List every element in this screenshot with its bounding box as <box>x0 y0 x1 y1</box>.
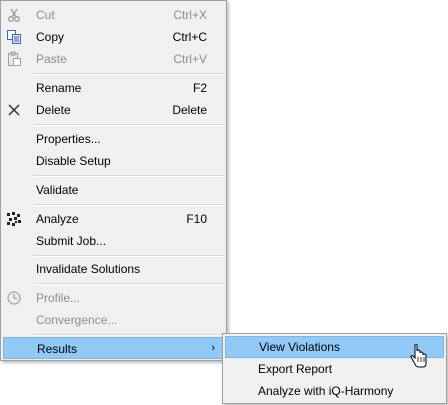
analyze-icon <box>6 211 22 227</box>
menu-item-label: Profile... <box>36 291 81 305</box>
menu-separator <box>33 175 224 177</box>
menu-item-shortcut: F2 <box>192 81 207 95</box>
submenu-item-label: View Violations <box>259 340 340 354</box>
menu-item-label: Convergence... <box>36 313 118 327</box>
menu-item-convergence[interactable]: Convergence... <box>3 309 224 331</box>
clock-icon <box>6 290 22 306</box>
menu-item-disable-setup[interactable]: Disable Setup <box>3 150 224 172</box>
menu-item-shortcut: Delete <box>172 103 207 117</box>
paste-icon <box>6 51 22 67</box>
menu-item-cut[interactable]: Cut Ctrl+X <box>3 4 224 26</box>
hand-pointer-cursor-icon <box>410 343 428 370</box>
menu-item-label: Paste <box>36 52 67 66</box>
menu-item-shortcut: Ctrl+V <box>173 52 207 66</box>
menu-item-profile[interactable]: Profile... <box>3 287 224 309</box>
menu-separator <box>33 334 224 336</box>
menu-item-label: Rename <box>36 81 82 95</box>
menu-item-label: Submit Job... <box>36 234 107 248</box>
menu-item-label: Properties... <box>36 132 101 146</box>
delete-x-icon <box>6 102 22 118</box>
menu-item-rename[interactable]: Rename F2 <box>3 77 224 99</box>
menu-separator <box>33 73 224 75</box>
submenu-item-label: Analyze with iQ-Harmony <box>258 384 394 398</box>
menu-item-label: Disable Setup <box>36 154 111 168</box>
submenu-item-label: Export Report <box>258 362 333 376</box>
menu-item-label: Validate <box>36 183 79 197</box>
menu-item-label: Results <box>37 342 78 356</box>
menu-separator <box>33 204 224 206</box>
menu-item-label: Cut <box>36 8 55 22</box>
menu-separator <box>33 124 224 126</box>
menu-item-shortcut: Ctrl+C <box>172 30 207 44</box>
menu-item-delete[interactable]: Delete Delete <box>3 99 224 121</box>
menu-item-submit-job[interactable]: Submit Job... <box>3 230 224 252</box>
menu-item-shortcut: F10 <box>186 212 207 226</box>
menu-item-properties[interactable]: Properties... <box>3 128 224 150</box>
menu-item-invalidate-solutions[interactable]: Invalidate Solutions <box>3 258 224 280</box>
menu-item-label: Copy <box>36 30 65 44</box>
menu-separator <box>33 255 224 257</box>
copy-icon <box>6 29 22 45</box>
menu-item-results[interactable]: Results › <box>3 337 224 359</box>
submenu-item-analyze-iq-harmony[interactable]: Analyze with iQ-Harmony <box>225 380 444 402</box>
submenu-arrow-icon: › <box>211 342 215 354</box>
menu-separator <box>33 283 224 285</box>
menu-item-label: Delete <box>36 103 71 117</box>
menu-item-shortcut: Ctrl+X <box>173 8 207 22</box>
scissors-icon <box>6 7 22 23</box>
menu-item-analyze[interactable]: Analyze F10 <box>3 208 224 230</box>
menu-item-paste[interactable]: Paste Ctrl+V <box>3 48 224 70</box>
menu-item-label: Analyze <box>36 212 79 226</box>
menu-item-label: Invalidate Solutions <box>36 262 141 276</box>
menu-item-copy[interactable]: Copy Ctrl+C <box>3 26 224 48</box>
context-menu: Cut Ctrl+X Copy Ctrl+C Paste Ctrl+V Rena… <box>0 0 227 361</box>
menu-item-validate[interactable]: Validate <box>3 179 224 201</box>
